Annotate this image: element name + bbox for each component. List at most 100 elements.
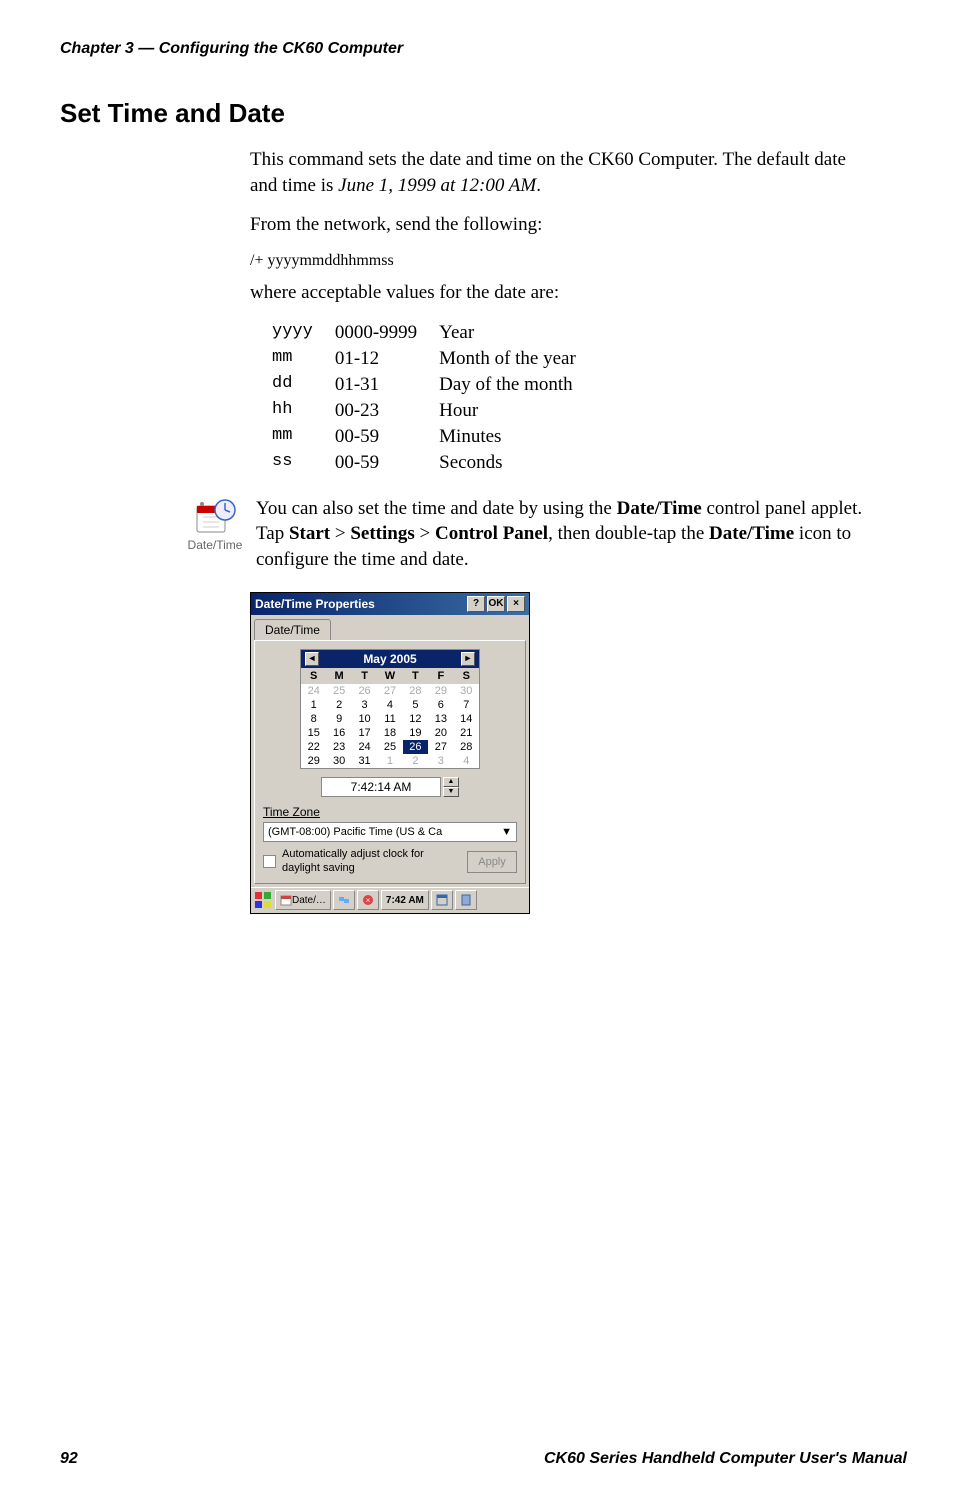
- calendar-day[interactable]: 26: [352, 684, 377, 698]
- calendar-day[interactable]: 2: [403, 754, 428, 768]
- calendar-day[interactable]: 13: [428, 712, 453, 726]
- ok-button[interactable]: OK: [487, 596, 505, 612]
- calendar-day[interactable]: 17: [352, 726, 377, 740]
- calendar-day[interactable]: 7: [454, 698, 479, 712]
- calendar-day[interactable]: 6: [428, 698, 453, 712]
- calendar-small-icon: [280, 894, 292, 906]
- window-icon: [436, 894, 448, 906]
- calendar-day[interactable]: 4: [454, 754, 479, 768]
- calendar-day[interactable]: 16: [326, 726, 351, 740]
- calendar-day[interactable]: 2: [326, 698, 351, 712]
- calendar-day[interactable]: 24: [352, 740, 377, 754]
- apply-button[interactable]: Apply: [467, 851, 517, 873]
- icon-caption: Date/Time: [180, 538, 250, 552]
- value-desc: Minutes: [439, 426, 596, 450]
- start-icon[interactable]: [253, 890, 273, 910]
- calendar-day[interactable]: 10: [352, 712, 377, 726]
- calendar-day[interactable]: 28: [454, 740, 479, 754]
- calendar-day[interactable]: 25: [326, 684, 351, 698]
- value-desc: Day of the month: [439, 374, 596, 398]
- help-button[interactable]: ?: [467, 596, 485, 612]
- calendar-day[interactable]: 27: [377, 684, 402, 698]
- taskbar-tray-icon[interactable]: ×: [357, 890, 379, 910]
- calendar-day[interactable]: 20: [428, 726, 453, 740]
- calendar-day[interactable]: 30: [454, 684, 479, 698]
- table-row: ss00-59Seconds: [272, 452, 596, 476]
- taskbar-app-button[interactable]: Date/…: [275, 890, 331, 910]
- value-range: 00-59: [335, 452, 437, 476]
- taskbar: Date/… × 7:42 AM: [251, 887, 529, 913]
- dow-cell: S: [454, 668, 479, 684]
- taskbar-tray-icon[interactable]: [333, 890, 355, 910]
- value-desc: Hour: [439, 400, 596, 424]
- warning-icon: ×: [362, 894, 374, 906]
- calendar-day[interactable]: 30: [326, 754, 351, 768]
- time-spinner: ▲ ▼: [443, 777, 459, 797]
- calendar-day[interactable]: 27: [428, 740, 453, 754]
- date-values-table: yyyy0000-9999Year mm01-12Month of the ye…: [270, 320, 598, 478]
- calendar-day[interactable]: 18: [377, 726, 402, 740]
- taskbar-tray-icon[interactable]: [455, 890, 477, 910]
- device-icon: [460, 894, 472, 906]
- calendar-month-label: May 2005: [363, 652, 416, 666]
- calendar-day[interactable]: 12: [403, 712, 428, 726]
- table-row: mm01-12Month of the year: [272, 348, 596, 372]
- titlebar-buttons: ? OK ×: [467, 596, 525, 612]
- calendar-day[interactable]: 3: [428, 754, 453, 768]
- calendar-day[interactable]: 3: [352, 698, 377, 712]
- ip-f: Settings: [350, 523, 414, 544]
- calendar-day[interactable]: 19: [403, 726, 428, 740]
- calendar-day[interactable]: 9: [326, 712, 351, 726]
- svg-text:×: ×: [366, 896, 371, 905]
- timezone-dropdown[interactable]: (GMT-08:00) Pacific Time (US & Ca ▼: [263, 822, 517, 842]
- page-header: Chapter 3 — Configuring the CK60 Compute…: [60, 40, 907, 58]
- calendar-day[interactable]: 1: [301, 698, 326, 712]
- next-month-button[interactable]: ►: [461, 652, 475, 666]
- calendar-day[interactable]: 11: [377, 712, 402, 726]
- calendar-day[interactable]: 23: [326, 740, 351, 754]
- calendar-day[interactable]: 29: [428, 684, 453, 698]
- calendar-day[interactable]: 25: [377, 740, 402, 754]
- calendar-day[interactable]: 22: [301, 740, 326, 754]
- calendar-day-selected[interactable]: 26: [403, 740, 428, 754]
- ip-a: You can also set the time and date by us…: [256, 498, 617, 519]
- auto-adjust-checkbox[interactable]: [263, 855, 276, 868]
- taskbar-app-label: Date/…: [292, 895, 326, 906]
- value-desc: Month of the year: [439, 348, 596, 372]
- dow-cell: T: [352, 668, 377, 684]
- ip-h: Control Panel: [435, 523, 548, 544]
- ip-e: >: [330, 523, 350, 544]
- page-footer: 92 CK60 Series Handheld Computer User's …: [60, 1450, 907, 1468]
- time-input-row: 7:42:14 AM ▲ ▼: [263, 777, 517, 797]
- prev-month-button[interactable]: ◄: [305, 652, 319, 666]
- calendar-day[interactable]: 21: [454, 726, 479, 740]
- calendar-day[interactable]: 24: [301, 684, 326, 698]
- calendar-day[interactable]: 31: [352, 754, 377, 768]
- calendar-day[interactable]: 29: [301, 754, 326, 768]
- time-field[interactable]: 7:42:14 AM: [321, 777, 441, 797]
- tab-date-time[interactable]: Date/Time: [254, 619, 331, 640]
- tab-strip: Date/Time: [251, 615, 529, 640]
- close-button[interactable]: ×: [507, 596, 525, 612]
- value-range: 01-12: [335, 348, 437, 372]
- ip-g: >: [415, 523, 435, 544]
- time-spin-down[interactable]: ▼: [443, 787, 459, 797]
- table-row: dd01-31Day of the month: [272, 374, 596, 398]
- command-syntax: /+ yyyymmddhhmmss: [250, 252, 877, 270]
- calendar-day[interactable]: 15: [301, 726, 326, 740]
- taskbar-clock[interactable]: 7:42 AM: [381, 890, 429, 910]
- time-spin-up[interactable]: ▲: [443, 777, 459, 787]
- values-intro: where acceptable values for the date are…: [250, 280, 877, 306]
- calendar-day[interactable]: 28: [403, 684, 428, 698]
- calendar-day[interactable]: 14: [454, 712, 479, 726]
- calendar-day[interactable]: 1: [377, 754, 402, 768]
- calendar-day[interactable]: 5: [403, 698, 428, 712]
- ip-d: Start: [289, 523, 330, 544]
- calendar-day[interactable]: 4: [377, 698, 402, 712]
- value-range: 0000-9999: [335, 322, 437, 346]
- calendar-day[interactable]: 8: [301, 712, 326, 726]
- timezone-label: Time Zone: [263, 805, 517, 819]
- taskbar-tray-icon[interactable]: [431, 890, 453, 910]
- dow-cell: F: [428, 668, 453, 684]
- ip-b: Date/Time: [617, 498, 702, 519]
